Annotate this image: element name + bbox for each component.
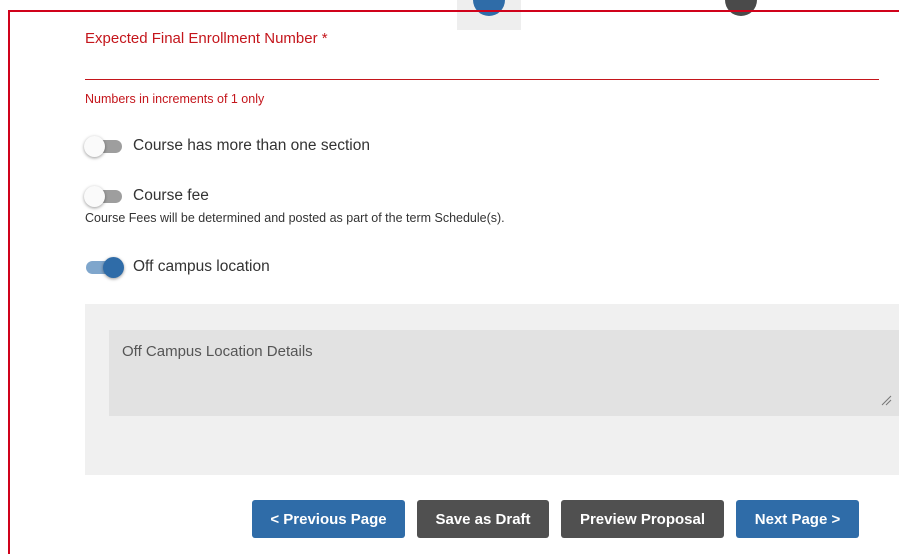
enrollment-field-label: Expected Final Enrollment Number * bbox=[85, 30, 328, 47]
course-fee-note: Course Fees will be determined and poste… bbox=[85, 211, 505, 225]
toggle-knob bbox=[103, 257, 124, 278]
form-page: Expected Final Enrollment Number * Numbe… bbox=[0, 0, 899, 554]
toggle-knob bbox=[84, 136, 105, 157]
form-section-left-border bbox=[8, 10, 10, 554]
step-indicator-dot bbox=[725, 0, 757, 16]
enrollment-input-underline[interactable] bbox=[85, 79, 879, 80]
previous-page-button[interactable]: < Previous Page bbox=[252, 500, 405, 538]
course-fee-toggle[interactable] bbox=[84, 186, 124, 207]
enrollment-error-hint: Numbers in increments of 1 only bbox=[85, 92, 265, 106]
off-campus-toggle[interactable] bbox=[84, 257, 124, 278]
multiple-sections-toggle[interactable] bbox=[84, 136, 124, 157]
next-page-button[interactable]: Next Page > bbox=[736, 500, 859, 538]
save-as-draft-button[interactable]: Save as Draft bbox=[417, 500, 549, 538]
multiple-sections-label: Course has more than one section bbox=[133, 137, 370, 154]
preview-proposal-button[interactable]: Preview Proposal bbox=[561, 500, 724, 538]
form-section-top-border bbox=[8, 10, 899, 12]
off-campus-details-placeholder: Off Campus Location Details bbox=[122, 343, 313, 360]
resize-grip-icon[interactable] bbox=[880, 394, 892, 406]
off-campus-label: Off campus location bbox=[133, 258, 270, 275]
course-fee-label: Course fee bbox=[133, 187, 209, 204]
toggle-knob bbox=[84, 186, 105, 207]
